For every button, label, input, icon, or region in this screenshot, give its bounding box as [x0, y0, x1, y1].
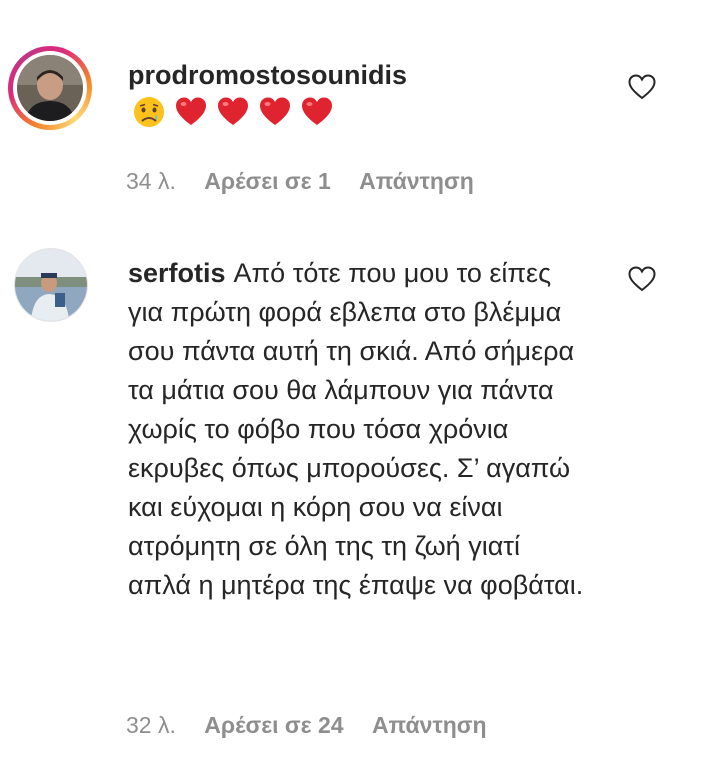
- avatar[interactable]: [14, 248, 88, 322]
- comment-likes-count[interactable]: Αρέσει σε 24: [204, 712, 343, 738]
- red-heart-icon: [216, 95, 250, 129]
- comment-time[interactable]: 34 λ.: [126, 168, 176, 194]
- avatar[interactable]: [17, 55, 83, 121]
- comment-likes-count[interactable]: Αρέσει σε 1: [204, 168, 330, 194]
- comment-meta: 34 λ. Αρέσει σε 1 Απάντηση: [126, 168, 496, 195]
- like-button[interactable]: [628, 74, 656, 100]
- heart-outline-icon: [628, 266, 656, 292]
- like-button[interactable]: [628, 266, 656, 292]
- heart-outline-icon: [628, 74, 656, 100]
- comment-username[interactable]: prodromostosounidis: [128, 60, 407, 90]
- comment-username[interactable]: serfotis: [128, 258, 226, 288]
- emoji-row: [128, 95, 338, 140]
- comment-time[interactable]: 32 λ.: [126, 712, 176, 738]
- red-heart-icon: [174, 95, 208, 129]
- comment-text: Από τότε που μου το είπες για πρώτη φορά…: [128, 258, 584, 600]
- comment-meta: 32 λ. Αρέσει σε 24 Απάντηση: [126, 712, 509, 739]
- red-heart-icon: [300, 95, 334, 129]
- red-heart-icon: [258, 95, 292, 129]
- crying-face-icon: [132, 95, 166, 129]
- comment-body: prodromostosounidis: [128, 56, 598, 140]
- comment-body: serfotis Από τότε που μου το είπες για πρ…: [128, 254, 588, 605]
- reply-button[interactable]: Απάντηση: [359, 168, 474, 194]
- reply-button[interactable]: Απάντηση: [372, 712, 487, 738]
